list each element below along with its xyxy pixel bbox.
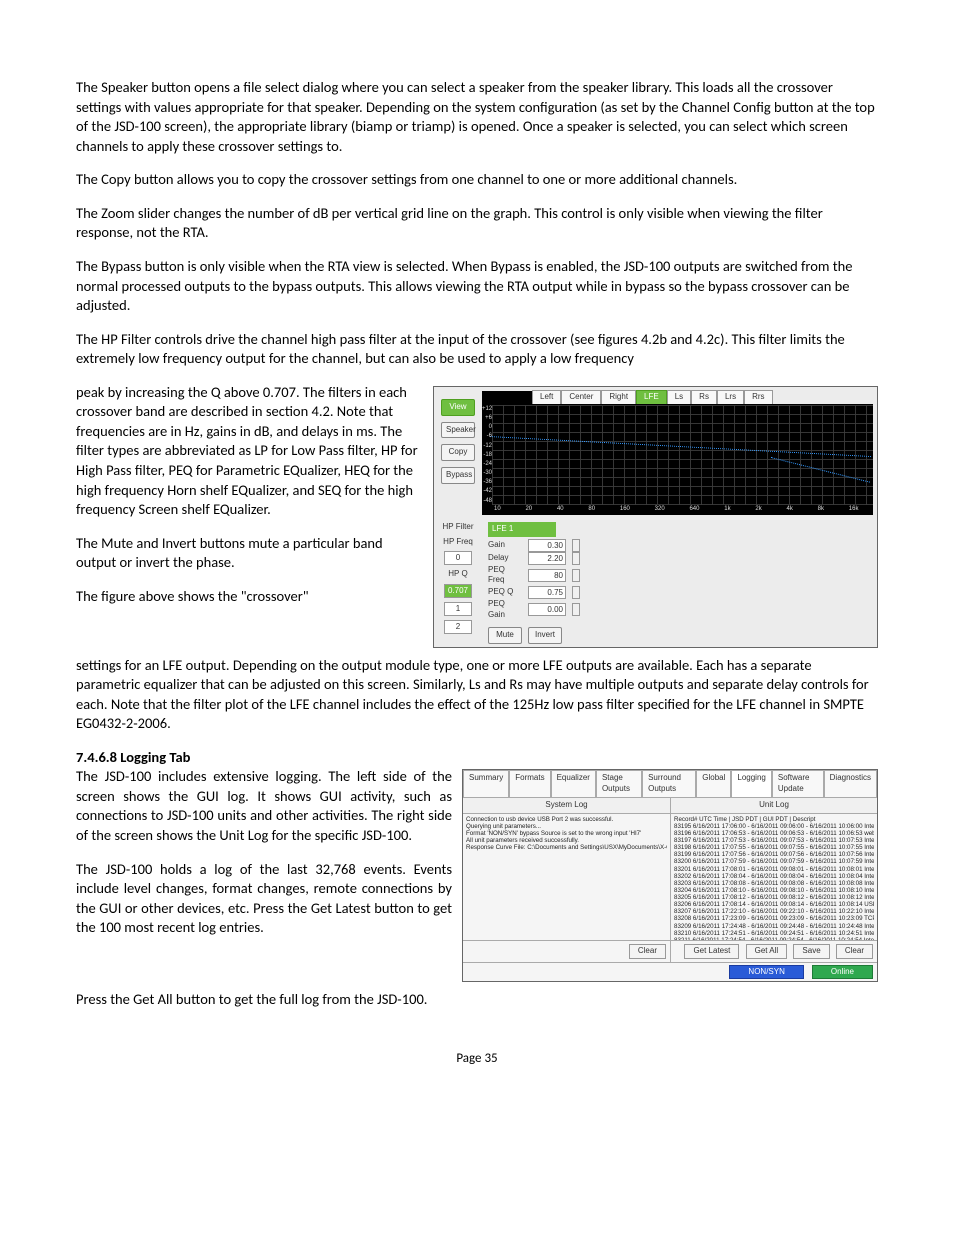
tab-lrs[interactable]: Lrs bbox=[717, 390, 744, 404]
connection-status: Online bbox=[812, 965, 873, 980]
speaker-button[interactable]: Speaker bbox=[441, 422, 475, 439]
section-heading: 7.4.6.8 Logging Tab bbox=[76, 748, 878, 768]
tab-diagnostics[interactable]: Diagnostics bbox=[824, 770, 877, 797]
channel-tabs: Left Center Right LFE Ls Rs Lrs Rrs bbox=[532, 390, 873, 404]
format-status: NON/SYN bbox=[729, 965, 803, 980]
main-tabs: SummaryFormatsEqualizerStage OutputsSurr… bbox=[463, 770, 877, 798]
hp-q-label: HP Q bbox=[448, 569, 467, 580]
spinner-icon[interactable] bbox=[572, 603, 580, 616]
tab-rrs[interactable]: Rrs bbox=[744, 390, 772, 404]
get-all-button[interactable]: Get All bbox=[746, 944, 788, 959]
tab-lfe[interactable]: LFE bbox=[636, 390, 667, 404]
paragraph: The Speaker button opens a file select d… bbox=[76, 78, 878, 156]
tab-center[interactable]: Center bbox=[561, 390, 601, 404]
tab-global[interactable]: Global bbox=[696, 770, 731, 797]
param-input[interactable]: 2.20 bbox=[528, 552, 566, 565]
param-label: PEQ Freq bbox=[488, 565, 522, 587]
param-input[interactable]: 80 bbox=[528, 569, 566, 582]
param-label: PEQ Gain bbox=[488, 599, 522, 621]
system-log: Connection to usb device USB Port 2 was … bbox=[463, 814, 670, 940]
unit-log-title: Unit Log bbox=[671, 798, 877, 814]
param-input[interactable]: 0.75 bbox=[528, 586, 566, 599]
hp-freq-label: HP Freq bbox=[443, 537, 473, 548]
tab-summary[interactable]: Summary bbox=[463, 770, 509, 797]
get-latest-button[interactable]: Get Latest bbox=[684, 944, 739, 959]
bypass-button[interactable]: Bypass bbox=[441, 467, 475, 484]
param-label: PEQ Q bbox=[488, 587, 522, 598]
tab-surround-outputs[interactable]: Surround Outputs bbox=[642, 770, 696, 797]
spinner-icon[interactable] bbox=[572, 586, 580, 599]
band-1[interactable]: 1 bbox=[444, 602, 472, 616]
tab-logging[interactable]: Logging bbox=[731, 770, 771, 797]
copy-button[interactable]: Copy bbox=[441, 444, 475, 461]
hp-filter-label: HP Filter bbox=[443, 522, 474, 533]
system-log-title: System Log bbox=[463, 798, 670, 814]
tab-stage-outputs[interactable]: Stage Outputs bbox=[596, 770, 642, 797]
logging-screenshot: SummaryFormatsEqualizerStage OutputsSurr… bbox=[462, 769, 878, 982]
x-axis: 102040801603206401k2k4k8k16k bbox=[492, 505, 873, 515]
paragraph: The Bypass button is only visible when t… bbox=[76, 257, 878, 316]
unit-log: Record# UTC Time | JSD PDT | GUI PDT | D… bbox=[671, 814, 877, 940]
save-button[interactable]: Save bbox=[793, 944, 829, 959]
tab-left[interactable]: Left bbox=[532, 390, 561, 404]
view-button[interactable]: View bbox=[441, 399, 475, 416]
tab-right[interactable]: Right bbox=[601, 390, 636, 404]
tab-ls[interactable]: Ls bbox=[667, 390, 691, 404]
param-input[interactable]: 0.30 bbox=[528, 539, 566, 552]
crossover-screenshot: View Speaker Copy Bypass Left Center Rig… bbox=[433, 386, 878, 648]
hp-freq-input[interactable]: 0 bbox=[444, 551, 472, 565]
filter-graph: Left Center Right LFE Ls Rs Lrs Rrs +12+… bbox=[482, 391, 873, 515]
clear-button[interactable]: Clear bbox=[836, 944, 873, 959]
mute-button[interactable]: Mute bbox=[488, 627, 522, 644]
paragraph: The HP Filter controls drive the channel… bbox=[76, 330, 878, 369]
param-label: Delay bbox=[488, 553, 522, 564]
param-label: Gain bbox=[488, 540, 522, 551]
tab-software-update[interactable]: Software Update bbox=[772, 770, 824, 797]
band-2[interactable]: 2 bbox=[444, 620, 472, 634]
tab-rs[interactable]: Rs bbox=[691, 390, 717, 404]
param-input[interactable]: 0.00 bbox=[528, 603, 566, 616]
paragraph: The Zoom slider changes the number of dB… bbox=[76, 204, 878, 243]
y-axis: +12+60-6-12-18-24-30-36-42-48 bbox=[482, 405, 492, 505]
tab-formats[interactable]: Formats bbox=[509, 770, 550, 797]
hp-q-input[interactable]: 0.707 bbox=[444, 584, 472, 598]
invert-button[interactable]: Invert bbox=[528, 627, 562, 644]
spinner-icon[interactable] bbox=[572, 552, 580, 565]
lfe-band-title: LFE 1 bbox=[488, 522, 556, 537]
clear-button[interactable]: Clear bbox=[629, 944, 666, 959]
paragraph: The Copy button allows you to copy the c… bbox=[76, 170, 878, 190]
page-number: Page 35 bbox=[76, 1050, 878, 1068]
spinner-icon[interactable] bbox=[572, 569, 580, 582]
spinner-icon[interactable] bbox=[572, 539, 580, 552]
paragraph: settings for an LFE output. Depending on… bbox=[76, 656, 878, 734]
paragraph: Press the Get All button to get the full… bbox=[76, 990, 878, 1010]
tab-equalizer[interactable]: Equalizer bbox=[551, 770, 596, 797]
